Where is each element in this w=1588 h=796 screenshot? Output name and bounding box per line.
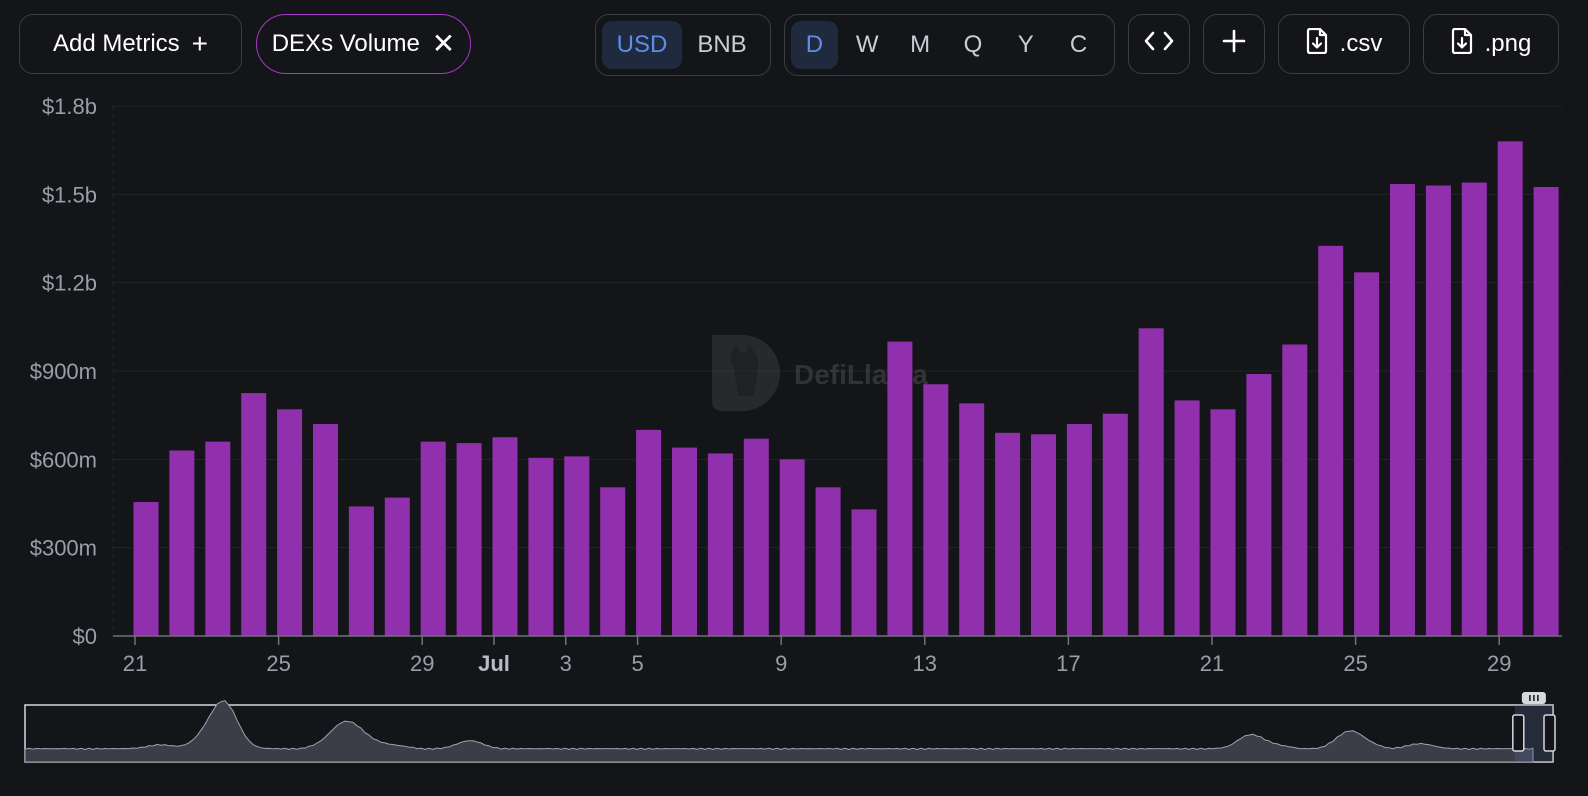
x-tick-label: 29 [410,651,434,676]
bar[interactable]: Jul 24 [1318,245,1344,636]
y-tick-label: $0 [73,624,97,649]
y-tick-label: $1.2b [42,271,97,296]
bar[interactable]: Jul 10 [815,487,841,636]
bar[interactable]: Jul 5 [636,429,662,636]
bar[interactable]: Jul 12 [887,341,913,636]
x-tick-label: 25 [1343,651,1367,676]
bar[interactable]: Jul 1 [492,437,518,636]
bar[interactable]: Jun 28 [384,497,410,636]
bar[interactable]: Jul 15 [995,432,1021,636]
bar[interactable]: Jul 25 [1354,272,1380,636]
x-tick-label: 21 [1200,651,1224,676]
bar[interactable]: Jul 2 [528,457,554,636]
bar[interactable]: Jul 7 [707,453,733,636]
navigator-grip-icon[interactable] [1521,692,1546,704]
bar[interactable]: Jul 30 [1533,186,1559,636]
bar[interactable]: Jun 25 [277,409,303,636]
bar[interactable]: Jul 6 [672,447,697,636]
navigator-left-handle[interactable] [1512,714,1525,752]
y-tick-label: $300m [30,536,97,561]
bar[interactable]: Jul 22 [1246,373,1272,636]
dexs-volume-chart: $0$300m$600m$900m$1.2b$1.5b$1.8b DefiLla… [24,94,1562,763]
bar[interactable]: Jul 11 [851,509,877,636]
bar[interactable]: Jun 24 [241,393,267,636]
bar[interactable]: Jul 14 [959,403,985,636]
bar[interactable]: Jun 29 [420,441,446,636]
y-tick-label: $1.5b [42,182,97,207]
bar[interactable]: Jul 19 [1138,328,1164,636]
x-tick-label: 29 [1487,651,1511,676]
bar[interactable]: Jul 20 [1174,400,1200,636]
bar[interactable]: Jul 13 [923,384,949,636]
bar[interactable]: Jul 18 [1102,413,1128,636]
x-tick-label: 17 [1056,651,1080,676]
bar[interactable]: Jun 22 [169,450,195,637]
y-tick-label: $1.8b [42,94,97,119]
bar[interactable]: Jul 27 [1425,185,1451,637]
bar[interactable]: Jun 21 [133,502,159,636]
bar[interactable]: Jun 27 [348,506,374,636]
x-tick-label: 3 [560,651,572,676]
bar[interactable]: Jul 29 [1497,141,1523,637]
x-axis: 21 25 29 Jul 3 5 9 13 17 21 25 29 [113,635,1562,676]
bar[interactable]: Jun 30 [456,443,482,636]
bar[interactable]: Jul 26 [1390,184,1415,636]
x-tick-label: 13 [913,651,937,676]
y-tick-label: $900m [30,359,97,384]
x-tick-label: 25 [266,651,290,676]
x-tick-label: Jul [478,651,510,676]
bar[interactable]: Jul 17 [1066,424,1092,636]
bar[interactable]: Jun 23 [205,441,231,636]
bar[interactable]: Jul 16 [1031,434,1056,636]
range-navigator[interactable] [24,692,1556,763]
bar[interactable]: Jul 8 [743,438,769,636]
bar[interactable]: Jul 28 [1461,182,1487,637]
bar[interactable]: Jun 26 [313,424,338,636]
y-axis: $0 $300m $600m $900m $1.2b $1.5b $1.8b [30,94,114,649]
x-tick-label: 5 [631,651,643,676]
x-tick-label: 9 [775,651,787,676]
bar[interactable]: Jul 4 [600,487,626,636]
bar[interactable]: Jul 9 [779,459,805,636]
y-tick-label: $600m [30,447,97,472]
bar[interactable]: Jul 23 [1282,344,1308,637]
x-tick-label: 21 [123,651,147,676]
bar[interactable]: Jul 21 [1210,409,1236,636]
navigator-right-handle[interactable] [1543,714,1556,752]
bar[interactable]: Jul 3 [564,456,590,636]
